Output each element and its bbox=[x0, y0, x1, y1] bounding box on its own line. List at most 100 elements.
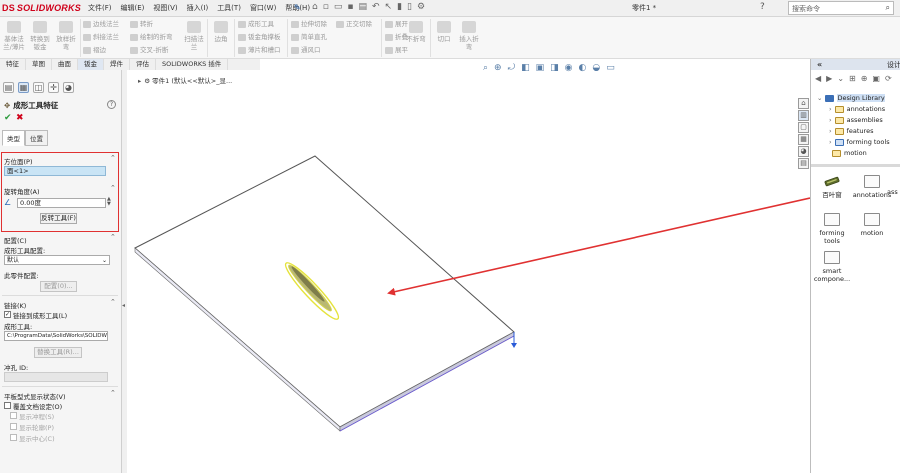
ribbon-hem-button[interactable]: 褶边 bbox=[83, 46, 106, 55]
graphics-area[interactable] bbox=[127, 70, 811, 473]
search-commands-input[interactable]: 搜索命令 ⌕ bbox=[788, 1, 894, 15]
dropdown-icon[interactable]: ⌄ bbox=[837, 74, 844, 83]
help-question-icon[interactable]: ? bbox=[760, 2, 765, 12]
menu-edit[interactable]: 编辑(E) bbox=[121, 3, 145, 13]
section-view-icon[interactable]: ◧ bbox=[521, 63, 530, 73]
back-icon[interactable]: ◀ bbox=[815, 74, 821, 83]
pin-icon[interactable]: ✎ bbox=[294, 3, 301, 12]
tree-node-design-library[interactable]: ⌄ Design Library bbox=[817, 94, 885, 102]
ribbon-lofted-bend-button[interactable]: 放样折弯 bbox=[54, 21, 78, 51]
ok-checkmark-icon[interactable]: ✔ bbox=[4, 113, 12, 123]
tree-node-assemblies[interactable]: › assemblies bbox=[829, 116, 883, 124]
tree-node-annotations[interactable]: › annotations bbox=[829, 105, 885, 113]
save-icon[interactable]: ▪ bbox=[347, 2, 353, 12]
collapse-icon[interactable]: ⌃ bbox=[110, 233, 116, 241]
show-punch-checkbox[interactable] bbox=[10, 412, 17, 419]
print-icon[interactable]: ▤ bbox=[358, 2, 367, 12]
collapse-icon[interactable]: ⌃ bbox=[110, 389, 116, 397]
model-canvas[interactable] bbox=[127, 70, 811, 473]
override-doc-checkbox[interactable] bbox=[4, 402, 11, 409]
library-item-forming-tools[interactable]: forming tools bbox=[812, 213, 852, 245]
property-manager-tab-icon[interactable]: ▦ bbox=[18, 82, 29, 93]
ribbon-cross-break-button[interactable]: 交叉-折断 bbox=[130, 46, 168, 55]
view-palette-tab-icon[interactable]: ▦ bbox=[798, 134, 809, 145]
ribbon-simple-hole-button[interactable]: 简单直孔 bbox=[291, 33, 327, 42]
ribbon-extruded-cut-button[interactable]: 拉伸切除 bbox=[291, 20, 327, 29]
zoom-area-icon[interactable]: ⊕ bbox=[494, 63, 502, 73]
ribbon-rip-button[interactable]: 切口 bbox=[432, 21, 456, 43]
tree-node-forming-tools[interactable]: › forming tools bbox=[829, 138, 890, 146]
ribbon-gusset-button[interactable]: 钣金角撑板 bbox=[238, 33, 281, 42]
tab-evaluate[interactable]: 评估 bbox=[130, 59, 156, 70]
ribbon-sketched-bend-button[interactable]: 绘制的折弯 bbox=[130, 33, 173, 42]
feature-manager-tab-icon[interactable]: ▤ bbox=[3, 82, 14, 93]
scene-icon[interactable]: ◒ bbox=[592, 63, 600, 73]
appearance-icon[interactable]: ◐ bbox=[579, 63, 587, 73]
feature-tree-flyout[interactable]: ▸ ⚙ 零件1 (默认<<默认>_显... bbox=[138, 75, 232, 85]
ribbon-corners-button[interactable]: 边角 bbox=[209, 21, 233, 43]
collapse-icon[interactable]: ⌃ bbox=[110, 184, 116, 192]
add-to-library-icon[interactable]: ⊞ bbox=[849, 74, 856, 83]
library-item-louver[interactable]: 百叶窗 bbox=[812, 175, 852, 199]
ribbon-normal-cut-button[interactable]: 正交切除 bbox=[336, 20, 372, 29]
select-icon[interactable]: ↖ bbox=[385, 2, 393, 12]
file-properties-icon[interactable]: ▯ bbox=[407, 2, 412, 12]
custom-properties-tab-icon[interactable]: ▤ bbox=[798, 158, 809, 169]
ribbon-edge-flange-button[interactable]: 边线法兰 bbox=[83, 20, 119, 29]
hide-show-icon[interactable]: ◉ bbox=[565, 63, 573, 73]
punch-id-field[interactable] bbox=[4, 372, 108, 382]
menu-insert[interactable]: 插入(I) bbox=[187, 3, 209, 13]
ribbon-flatten-button[interactable]: 展平 bbox=[385, 46, 408, 55]
search-icon[interactable]: ⌕ bbox=[886, 3, 890, 13]
show-center-checkbox[interactable] bbox=[10, 434, 17, 441]
appearances-tab-icon[interactable]: ◕ bbox=[798, 146, 809, 157]
add-file-location-icon[interactable]: ⊕ bbox=[861, 74, 868, 83]
menu-window[interactable]: 窗口(W) bbox=[250, 3, 276, 13]
angle-spinner[interactable]: ▲ ▼ bbox=[107, 197, 111, 207]
collapse-icon[interactable]: ⌃ bbox=[110, 298, 116, 306]
config-button[interactable]: 配置(0)... bbox=[40, 281, 77, 292]
collapse-icon[interactable]: ⌃ bbox=[110, 154, 116, 162]
rotation-angle-input[interactable]: 0.00度 bbox=[17, 198, 106, 208]
library-item-assemblies[interactable]: ass bbox=[887, 175, 900, 196]
options-icon[interactable]: ⚙ bbox=[417, 2, 425, 12]
refresh-icon[interactable]: ⟳ bbox=[885, 74, 892, 83]
library-item-smart-components[interactable]: smart compone... bbox=[812, 251, 852, 283]
dimxpert-tab-icon[interactable]: ✛ bbox=[48, 82, 59, 93]
menu-file[interactable]: 文件(F) bbox=[88, 3, 112, 13]
tab-sheet-metal[interactable]: 钣金 bbox=[78, 59, 104, 70]
help-icon[interactable]: ? bbox=[107, 100, 116, 109]
create-folder-icon[interactable]: ▣ bbox=[872, 74, 880, 83]
ribbon-jog-button[interactable]: 转折 bbox=[130, 20, 153, 29]
tool-path-field[interactable]: C:\ProgramData\SolidWorks\SOLIDWC bbox=[4, 331, 108, 341]
cancel-x-icon[interactable]: ✖ bbox=[16, 113, 24, 123]
tab-surfaces[interactable]: 曲面 bbox=[52, 59, 78, 70]
open-icon[interactable]: ▭ bbox=[334, 2, 343, 12]
ribbon-no-bends-button[interactable]: 不折弯 bbox=[404, 21, 428, 43]
rebuild-icon[interactable]: ▮ bbox=[397, 2, 402, 12]
forward-icon[interactable]: ▶ bbox=[826, 74, 832, 83]
view-orientation-icon[interactable]: ▣ bbox=[536, 63, 545, 73]
undo-icon[interactable]: ↶ bbox=[372, 2, 380, 12]
replace-tool-button[interactable]: 替换工具(R)... bbox=[34, 347, 82, 358]
tab-type[interactable]: 类型 bbox=[2, 130, 25, 146]
resources-tab-icon[interactable]: ⌂ bbox=[798, 98, 809, 109]
home-icon[interactable]: ⌂ bbox=[312, 2, 318, 12]
tab-features[interactable]: 特征 bbox=[0, 59, 26, 70]
link-to-tool-checkbox[interactable]: ✓ bbox=[4, 311, 11, 318]
ribbon-tab-slot-button[interactable]: 薄片和槽口 bbox=[238, 46, 281, 55]
tree-node-motion[interactable]: motion bbox=[829, 149, 867, 157]
zoom-fit-icon[interactable]: ⌕ bbox=[483, 63, 488, 73]
ribbon-swept-flange-button[interactable]: 扫描法兰 bbox=[182, 21, 206, 51]
tab-position[interactable]: 位置 bbox=[25, 130, 48, 146]
display-style-icon[interactable]: ◨ bbox=[550, 63, 559, 73]
menu-view[interactable]: 视图(V) bbox=[153, 3, 177, 13]
tool-config-select[interactable]: 默认 ⌄ bbox=[4, 255, 110, 265]
tab-weldments[interactable]: 焊件 bbox=[104, 59, 130, 70]
ribbon-insert-bends-button[interactable]: 插入折弯 bbox=[457, 21, 481, 51]
collapse-pane-icon[interactable]: « bbox=[817, 60, 822, 69]
ribbon-forming-tool-button[interactable]: 成形工具 bbox=[238, 20, 274, 29]
show-profile-checkbox[interactable] bbox=[10, 423, 17, 430]
tree-node-features[interactable]: › features bbox=[829, 127, 873, 135]
ribbon-base-flange-button[interactable]: 基体法兰/薄片 bbox=[2, 21, 26, 51]
